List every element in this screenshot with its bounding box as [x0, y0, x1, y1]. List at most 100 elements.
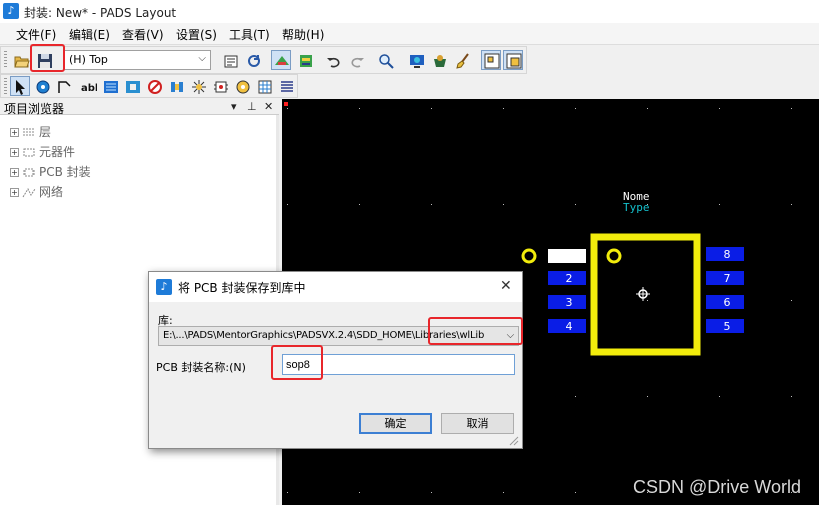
assign-pins-button[interactable] [210, 76, 230, 96]
expand-icon[interactable]: + [10, 188, 19, 197]
redo-icon [351, 57, 364, 68]
pointer-icon [16, 80, 25, 95]
grid-dot [791, 108, 792, 109]
mode-toolbar: abl [0, 74, 298, 98]
highlight-save [30, 44, 65, 72]
grid-dot [431, 204, 432, 205]
redo-button[interactable] [346, 50, 366, 70]
auto-dimension-button[interactable] [188, 76, 208, 96]
menu-file[interactable]: 文件(F) [16, 26, 56, 43]
properties-button[interactable] [220, 50, 240, 70]
cancel-button[interactable]: 取消 [441, 413, 514, 434]
grid-dot [287, 204, 288, 205]
expand-icon[interactable]: + [10, 168, 19, 177]
dropdown-icon[interactable]: ▾ [231, 100, 237, 113]
undo-button[interactable] [323, 50, 343, 70]
cup-icon [434, 55, 446, 67]
toolbar-grip[interactable] [4, 78, 7, 95]
grid-dot [719, 108, 720, 109]
pad-1-label: 1 [563, 250, 570, 263]
clear-button[interactable] [452, 50, 472, 70]
pins-icon [214, 81, 228, 93]
expand-icon[interactable]: + [10, 128, 19, 137]
highlight-button[interactable] [429, 50, 449, 70]
drafting-icon [300, 55, 312, 67]
keepout-button[interactable] [144, 76, 164, 96]
resize-grip-icon[interactable] [509, 436, 519, 446]
refresh-button[interactable] [243, 50, 263, 70]
save-decal-dialog: ♪ 将 PCB 封装保存到库中 ✕ 库: E:\...\PADS\MentorG… [148, 271, 523, 449]
svg-text:abl: abl [81, 83, 97, 94]
cutout-icon [126, 81, 140, 93]
close-icon[interactable]: ✕ [500, 278, 512, 294]
line-icon [58, 81, 71, 93]
menu-help[interactable]: 帮助(H) [282, 26, 324, 43]
wizard-button[interactable] [166, 76, 186, 96]
design-toolbar-button[interactable] [271, 50, 291, 70]
toggle-view-button-1[interactable] [481, 50, 501, 70]
pad-stack-icon [236, 80, 250, 94]
pin1-marker[interactable] [606, 248, 622, 264]
find-button[interactable] [375, 50, 395, 70]
tree-item-layers[interactable]: + 层 [10, 123, 51, 141]
2d-line-button[interactable] [54, 76, 74, 96]
text-button[interactable]: abl [78, 76, 98, 96]
close-icon[interactable]: ✕ [264, 100, 273, 113]
grid-dot [575, 108, 576, 109]
toggle-view-button-2[interactable] [503, 50, 523, 70]
pad-2-label: 2 [566, 272, 573, 285]
list-button[interactable] [276, 76, 296, 96]
window-title: 封装: New* - PADS Layout [24, 6, 177, 20]
folder-open-icon [14, 56, 30, 68]
tree-item-nets[interactable]: + 网络 [10, 183, 63, 201]
tree-item-label: 网络 [39, 185, 64, 199]
menu-view[interactable]: 查看(V) [122, 26, 164, 43]
copper-cutout-button[interactable] [122, 76, 142, 96]
pin1-marker-left[interactable] [521, 248, 537, 264]
decal-type-label[interactable]: Type [623, 201, 650, 214]
ok-button[interactable]: 确定 [359, 413, 432, 434]
layer-select[interactable]: (H) Top ⌵ [64, 50, 211, 70]
grid-dot [431, 108, 432, 109]
toolbar-grip[interactable] [4, 51, 7, 69]
copper-button[interactable] [100, 76, 120, 96]
menu-tools[interactable]: 工具(T) [229, 26, 270, 43]
keepout-icon [148, 80, 162, 94]
tree-item-pcb-decals[interactable]: + PCB 封装 [10, 163, 91, 181]
pad-6-label: 6 [724, 296, 731, 309]
zoom-window-icon [484, 53, 500, 69]
drafting-button[interactable] [295, 50, 315, 70]
grid-dot [719, 396, 720, 397]
pads-app-icon: ♪ [3, 3, 19, 19]
tree-item-label: 元器件 [39, 145, 76, 159]
grid-dot [503, 108, 504, 109]
grid-dot [575, 204, 576, 205]
select-mode-button[interactable] [10, 76, 30, 96]
browser-header: 项目浏览器 ▾ ⊥ ✕ [0, 99, 279, 116]
menu-setup[interactable]: 设置(S) [176, 26, 217, 43]
copper-icon [104, 81, 118, 93]
grid-dot [647, 300, 648, 301]
grid-dot [503, 492, 504, 493]
terminal-button[interactable] [32, 76, 52, 96]
refresh-icon [248, 55, 260, 67]
pin-icon[interactable]: ⊥ [247, 100, 257, 113]
decal-origin[interactable] [636, 287, 650, 301]
expand-icon[interactable]: + [10, 148, 19, 157]
window-icon [506, 53, 522, 69]
grid-dot [791, 204, 792, 205]
open-button[interactable] [11, 50, 31, 70]
tree-item-components[interactable]: + 元器件 [10, 143, 75, 161]
dialog-titlebar[interactable]: ♪ 将 PCB 封装保存到库中 ✕ [149, 272, 522, 302]
sunburst-icon [192, 80, 206, 94]
pad-stack-button[interactable] [232, 76, 252, 96]
grid-dot [287, 492, 288, 493]
grid-dot [359, 108, 360, 109]
pcb-decal-icon [23, 168, 35, 177]
grid-dot [503, 204, 504, 205]
view-nets-button[interactable] [406, 50, 426, 70]
drill-button[interactable] [254, 76, 274, 96]
layer-select-value: (H) Top [69, 53, 108, 66]
magnifier-icon [379, 54, 394, 69]
menu-edit[interactable]: 编辑(E) [69, 26, 110, 43]
